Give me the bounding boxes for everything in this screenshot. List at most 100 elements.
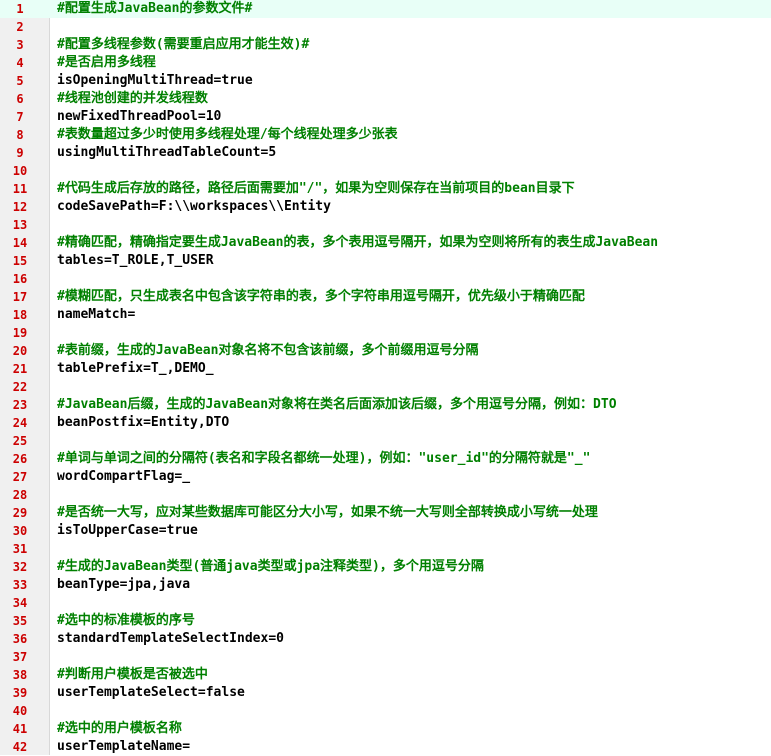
line-code[interactable]: wordCompartFlag=_ [57, 468, 771, 486]
line-code[interactable]: usingMultiThreadTableCount=5 [57, 144, 771, 162]
property-value: 5 [268, 145, 277, 160]
line-code[interactable]: #是否启用多线程 [57, 54, 771, 72]
property-key: wordCompartFlag [57, 469, 175, 484]
editor-line[interactable]: 37 [0, 648, 771, 666]
editor-line[interactable]: 14 #精确匹配，精确指定要生成JavaBean的表，多个表用逗号隔开，如果为空则… [0, 234, 771, 252]
editor-line[interactable]: 27 wordCompartFlag=_ [0, 468, 771, 486]
editor-line[interactable]: 9 usingMultiThreadTableCount=5 [0, 144, 771, 162]
line-code[interactable]: standardTemplateSelectIndex=0 [57, 630, 771, 648]
line-code[interactable]: #表前缀，生成的JavaBean对象名将不包含该前缀，多个前缀用逗号分隔 [57, 342, 771, 360]
comment-text: #精确匹配，精确指定要生成JavaBean的表，多个表用逗号隔开，如果为空则将所… [57, 235, 659, 250]
editor-line[interactable]: 22 [0, 378, 771, 396]
editor-line[interactable]: 35 #选中的标准模板的序号 [0, 612, 771, 630]
editor-line[interactable]: 42 userTemplateName= [0, 738, 771, 756]
line-code[interactable]: userTemplateName= [57, 738, 771, 756]
property-value: false [205, 685, 245, 700]
equals-sign: = [103, 253, 112, 268]
editor-line[interactable]: 8 #表数量超过多少时使用多线程处理/每个线程处理多少张表 [0, 126, 771, 144]
editor-line[interactable]: 5 isOpeningMultiThread=true [0, 72, 771, 90]
editor-line[interactable]: 40 [0, 702, 771, 720]
line-code[interactable]: #精确匹配，精确指定要生成JavaBean的表，多个表用逗号隔开，如果为空则将所… [57, 234, 771, 252]
line-number: 32 [12, 560, 28, 574]
line-number: 18 [12, 308, 28, 322]
editor-line[interactable]: 39 userTemplateSelect=false [0, 684, 771, 702]
property-value: F:\\workspaces\\Entity [158, 199, 331, 214]
editor-line[interactable]: 4 #是否启用多线程 [0, 54, 771, 72]
line-code[interactable]: #是否统一大写，应对某些数据库可能区分大小写，如果不统一大写则全部转换成小写统一… [57, 504, 771, 522]
editor-line[interactable]: 12 codeSavePath=F:\\workspaces\\Entity [0, 198, 771, 216]
line-code[interactable]: #单词与单词之间的分隔符(表名和字段名都统一处理)，例如："user_id"的分… [57, 450, 771, 468]
editor-line[interactable]: 11 #代码生成后存放的路径，路径后面需要加"/"，如果为空则保存在当前项目的be… [0, 180, 771, 198]
editor-line[interactable]: 26 #单词与单词之间的分隔符(表名和字段名都统一处理)，例如："user_id"… [0, 450, 771, 468]
editor-line[interactable]: 33 beanType=jpa,java [0, 576, 771, 594]
comment-text: #代码生成后存放的路径，路径后面需要加"/"，如果为空则保存在当前项目的bean… [57, 181, 575, 196]
line-code[interactable]: userTemplateSelect=false [57, 684, 771, 702]
editor-line[interactable]: 36 standardTemplateSelectIndex=0 [0, 630, 771, 648]
editor-line[interactable]: 24 beanPostfix=Entity,DTO [0, 414, 771, 432]
text-editor[interactable]: 1 #配置生成JavaBean的参数文件# 2 3 #配置多线程参数(需要重启应用才能生… [0, 0, 771, 755]
line-code[interactable]: tablePrefix=T_,DEMO_ [57, 360, 771, 378]
editor-line[interactable]: 16 [0, 270, 771, 288]
editor-line[interactable]: 23 #JavaBean后缀，生成的JavaBean对象将在类名后面添加该后缀，多… [0, 396, 771, 414]
equals-sign: = [150, 199, 159, 214]
line-code[interactable]: isToUpperCase=true [57, 522, 771, 540]
line-code[interactable]: #选中的用户模板名称 [57, 720, 771, 738]
equals-sign: = [143, 361, 151, 376]
editor-content[interactable]: 1 #配置生成JavaBean的参数文件# 2 3 #配置多线程参数(需要重启应用才能生… [0, 0, 771, 756]
editor-line[interactable]: 25 [0, 432, 771, 450]
editor-line[interactable]: 13 [0, 216, 771, 234]
editor-line[interactable]: 7 newFixedThreadPool=10 [0, 108, 771, 126]
editor-line[interactable]: 10 [0, 162, 771, 180]
editor-line[interactable]: 17 #模糊匹配，只生成表名中包含该字符串的表，多个字符串用逗号隔开，优先级小于精… [0, 288, 771, 306]
line-code[interactable]: #表数量超过多少时使用多线程处理/每个线程处理多少张表 [57, 126, 771, 144]
property-key: beanPostfix [57, 415, 144, 430]
property-value: 10 [205, 109, 222, 124]
line-code[interactable]: #模糊匹配，只生成表名中包含该字符串的表，多个字符串用逗号隔开，优先级小于精确匹… [57, 288, 771, 306]
line-code[interactable]: #选中的标准模板的序号 [57, 612, 771, 630]
editor-line[interactable]: 38 #判断用户模板是否被选中 [0, 666, 771, 684]
editor-line[interactable]: 1 #配置生成JavaBean的参数文件# [0, 0, 771, 18]
comment-text: #生成的JavaBean类型(普通java类型或jpa注释类型)，多个用逗号分隔 [57, 559, 484, 574]
line-code[interactable]: beanPostfix=Entity,DTO [57, 414, 771, 432]
editor-line[interactable]: 20 #表前缀，生成的JavaBean对象名将不包含该前缀，多个前缀用逗号分隔 [0, 342, 771, 360]
editor-line[interactable]: 3 #配置多线程参数(需要重启应用才能生效)# [0, 36, 771, 54]
property-key: userTemplateName [57, 739, 183, 754]
equals-sign: = [143, 415, 151, 430]
line-code[interactable]: isOpeningMultiThread=true [57, 72, 771, 90]
equals-sign: = [182, 739, 191, 754]
line-number: 21 [12, 362, 28, 376]
line-code[interactable]: tables=T_ROLE,T_USER [57, 252, 771, 270]
line-code[interactable]: #配置生成JavaBean的参数文件# [57, 0, 771, 18]
editor-line[interactable]: 19 [0, 324, 771, 342]
editor-line[interactable]: 30 isToUpperCase=true [0, 522, 771, 540]
property-value: true [221, 73, 253, 88]
equals-sign: = [158, 523, 167, 538]
line-number: 7 [16, 110, 24, 124]
editor-line[interactable]: 41 #选中的用户模板名称 [0, 720, 771, 738]
line-number: 35 [12, 614, 28, 628]
line-code[interactable]: nameMatch= [57, 306, 771, 324]
editor-line[interactable]: 29 #是否统一大写，应对某些数据库可能区分大小写，如果不统一大写则全部转换成小写… [0, 504, 771, 522]
line-code[interactable]: #代码生成后存放的路径，路径后面需要加"/"，如果为空则保存在当前项目的bean… [57, 180, 771, 198]
line-code[interactable]: newFixedThreadPool=10 [57, 108, 771, 126]
line-code[interactable]: codeSavePath=F:\\workspaces\\Entity [57, 198, 771, 216]
editor-line[interactable]: 21 tablePrefix=T_,DEMO_ [0, 360, 771, 378]
line-code[interactable]: #判断用户模板是否被选中 [57, 666, 771, 684]
editor-line[interactable]: 28 [0, 486, 771, 504]
line-code[interactable]: beanType=jpa,java [57, 576, 771, 594]
line-number: 17 [12, 290, 28, 304]
line-code[interactable]: #生成的JavaBean类型(普通java类型或jpa注释类型)，多个用逗号分隔 [57, 558, 771, 576]
editor-line[interactable]: 6 #线程池创建的并发线程数 [0, 90, 771, 108]
editor-line[interactable]: 18 nameMatch= [0, 306, 771, 324]
editor-line[interactable]: 15 tables=T_ROLE,T_USER [0, 252, 771, 270]
line-number: 3 [16, 38, 24, 52]
property-key: tablePrefix [57, 361, 144, 376]
editor-line[interactable]: 32 #生成的JavaBean类型(普通java类型或jpa注释类型)，多个用逗号… [0, 558, 771, 576]
editor-line[interactable]: 34 [0, 594, 771, 612]
editor-line[interactable]: 2 [0, 18, 771, 36]
editor-line[interactable]: 31 [0, 540, 771, 558]
line-code[interactable]: #JavaBean后缀，生成的JavaBean对象将在类名后面添加该后缀，多个用… [57, 396, 771, 414]
property-value: jpa,java [127, 577, 191, 592]
line-code[interactable]: #配置多线程参数(需要重启应用才能生效)# [57, 36, 771, 54]
line-code[interactable]: #线程池创建的并发线程数 [57, 90, 771, 108]
